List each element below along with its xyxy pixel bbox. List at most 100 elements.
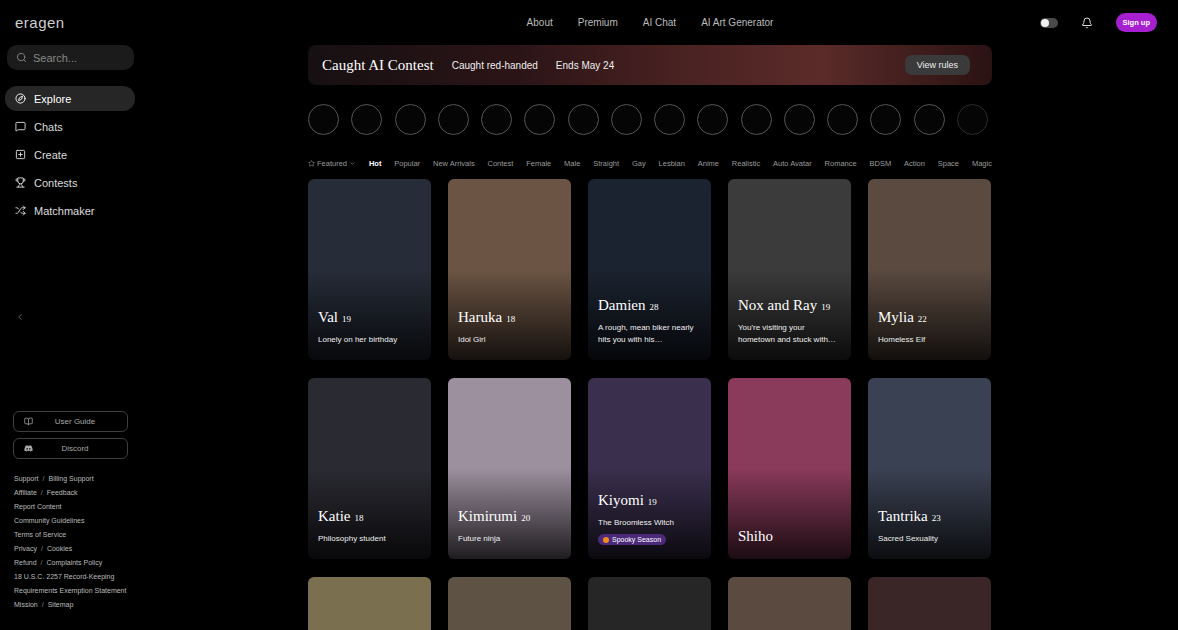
character-card[interactable] (448, 577, 571, 630)
footer-link[interactable]: Complaints Policy (47, 559, 103, 566)
filter-tab[interactable]: Female (526, 159, 551, 168)
avatar-circle[interactable] (784, 104, 815, 135)
chevron-down-icon (349, 160, 356, 167)
view-rules-button[interactable]: View rules (905, 55, 970, 75)
footer-link[interactable]: Refund (14, 559, 37, 566)
footer-link[interactable]: Sitemap (48, 601, 74, 608)
card-description: Idol Girl (458, 334, 561, 346)
footer-separator: / (41, 489, 43, 496)
sidebar-item[interactable]: Contests (5, 170, 135, 195)
avatar-circle[interactable] (438, 104, 469, 135)
avatar-circle[interactable] (697, 104, 728, 135)
logo[interactable]: eragen (15, 14, 65, 31)
filter-tab[interactable]: Auto Avatar (773, 159, 812, 168)
avatar-circle[interactable] (568, 104, 599, 135)
filter-tab[interactable]: New Arrivals (433, 159, 475, 168)
filter-tab[interactable]: Straight (593, 159, 619, 168)
filter-tab[interactable]: Anime (698, 159, 719, 168)
top-nav: About Premium AI Chat AI Art Generator (308, 17, 992, 28)
footer-row: Refund/Complaints Policy (14, 556, 131, 570)
card-age: 19 (648, 497, 657, 507)
footer-link[interactable]: Affiliate (14, 489, 37, 496)
character-card[interactable]: Katie18Philosophy student (308, 378, 431, 559)
footer-link[interactable]: Report Content (14, 503, 61, 510)
contest-banner[interactable]: Caught AI ContestCaught red-handedEnds M… (308, 45, 992, 85)
filter-tab[interactable]: Contest (488, 159, 514, 168)
character-card[interactable]: Val19Lonely on her birthday (308, 179, 431, 360)
character-card[interactable]: Nox and Ray19You're visiting your hometo… (728, 179, 851, 360)
sidebar-item[interactable]: Explore (5, 86, 135, 111)
sidebar-button[interactable]: Discord (13, 438, 128, 459)
footer-link[interactable]: Billing Support (48, 475, 93, 482)
footer-link[interactable]: 18 U.S.C. 2257 Record-Keeping Requiremen… (14, 573, 126, 594)
footer-link[interactable]: Community Guidelines (14, 517, 84, 524)
footer-link[interactable]: Feedback (47, 489, 78, 496)
footer-row: Affiliate / Feedback (14, 486, 131, 500)
nav-link[interactable]: About (527, 17, 553, 28)
character-card[interactable]: Tantrika23Sacred Sexuality (868, 378, 991, 559)
filter-tab[interactable]: Romance (825, 159, 857, 168)
theme-toggle[interactable] (1040, 18, 1058, 28)
filter-tab[interactable]: Space (938, 159, 959, 168)
footer-link[interactable]: Mission (14, 601, 38, 608)
character-card[interactable]: Shiho (728, 378, 851, 559)
filter-tab[interactable]: BDSM (870, 159, 892, 168)
body: Search... Explore Chats Create Contests Match… (0, 45, 1178, 630)
bell-icon[interactable] (1081, 17, 1093, 29)
footer-link[interactable]: Terms of Service (14, 531, 66, 538)
nav-link[interactable]: AI Chat (643, 17, 676, 28)
character-card[interactable] (868, 577, 991, 630)
card-description: A rough, mean biker nearly hits you with… (598, 322, 701, 346)
sidebar-button[interactable]: User Guide (13, 411, 128, 432)
filter-tab[interactable]: Popular (394, 159, 420, 168)
sidebar-item[interactable]: Chats (5, 114, 135, 139)
filter-tab[interactable]: Gay (632, 159, 646, 168)
avatar-circle[interactable] (957, 104, 988, 135)
avatar-circle[interactable] (827, 104, 858, 135)
avatar-circle[interactable] (914, 104, 945, 135)
avatar-circle[interactable] (741, 104, 772, 135)
filter-tab[interactable]: Action (904, 159, 925, 168)
character-card[interactable] (308, 577, 431, 630)
character-card[interactable] (588, 577, 711, 630)
character-card[interactable] (728, 577, 851, 630)
filter-tab[interactable]: Male (564, 159, 580, 168)
character-card[interactable]: Kimirumi20Future ninja (448, 378, 571, 559)
footer-link[interactable]: Cookies (47, 545, 72, 552)
nav-link[interactable]: AI Art Generator (701, 17, 773, 28)
sidebar-item[interactable]: Create (5, 142, 135, 167)
filter-tab[interactable]: Lesbian (659, 159, 685, 168)
avatar-circle[interactable] (654, 104, 685, 135)
filter-tab[interactable]: Magic (972, 159, 992, 168)
search-field[interactable]: Search... (7, 45, 134, 70)
avatar-circle[interactable] (870, 104, 901, 135)
collapse-chevron-icon[interactable] (15, 312, 25, 322)
card-name: Kimirumi20 (458, 507, 561, 527)
nav-link[interactable]: Premium (578, 17, 618, 28)
card-badge: Spooky Season (598, 534, 666, 545)
sign-up-button[interactable]: Sign up (1116, 13, 1158, 32)
sort-dropdown[interactable]: Featured (308, 159, 356, 168)
footer-separator: / (41, 545, 43, 552)
avatar-circle[interactable] (611, 104, 642, 135)
avatar-circle[interactable] (351, 104, 382, 135)
page: eragen About Premium AI Chat AI Art Generato… (0, 0, 1178, 630)
footer-link[interactable]: Privacy (14, 545, 37, 552)
filter-tab[interactable]: Hot (369, 159, 382, 168)
banner-subtitle: Caught red-handed (452, 60, 538, 71)
book-icon (24, 417, 33, 426)
character-card[interactable]: Damien28A rough, mean biker nearly hits … (588, 179, 711, 360)
sidebar-item[interactable]: Matchmaker (5, 198, 135, 223)
footer-separator: / (43, 475, 45, 482)
header-actions: Sign up (992, 13, 1178, 32)
character-card[interactable]: Kiyomi19The Broomless WitchSpooky Season (588, 378, 711, 559)
filter-tab[interactable]: Realistic (732, 159, 760, 168)
avatar-circle[interactable] (308, 104, 339, 135)
avatar-circle[interactable] (481, 104, 512, 135)
character-card[interactable]: Mylia22Homeless Elf (868, 179, 991, 360)
footer-separator: / (42, 601, 44, 608)
avatar-circle[interactable] (524, 104, 555, 135)
avatar-circle[interactable] (395, 104, 426, 135)
footer-link[interactable]: Support (14, 475, 39, 482)
character-card[interactable]: Haruka18Idol Girl (448, 179, 571, 360)
